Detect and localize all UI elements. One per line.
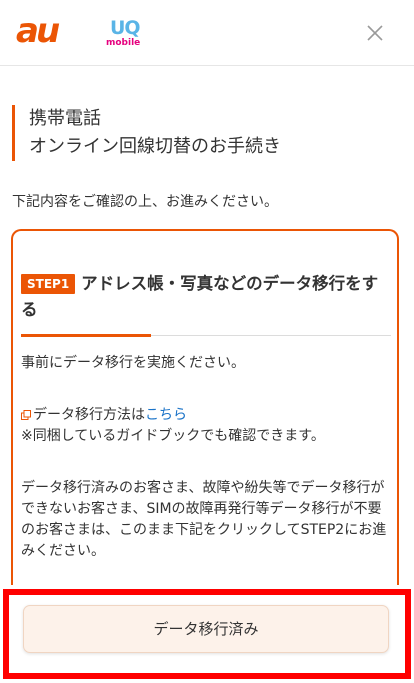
step-description: データ移行済みのお客さま、故障や紛失等でデータ移行ができないお客さま、SIMの故… [21,480,387,559]
close-button[interactable] [362,20,388,46]
external-link-icon [21,410,31,420]
uq-mobile-logo: UQ mobile [105,18,149,52]
au-logo: au [16,11,60,51]
uq-logo-text: UQ [110,17,141,39]
footer-bar: データ移行済み [0,585,414,683]
intro-text: 下記内容をご確認の上、お進みください。 [12,194,278,210]
close-icon [367,25,383,41]
data-migrated-button[interactable]: データ移行済み [23,605,389,653]
step-heading: STEP1 アドレス帳・写真などのデータ移行をする [21,271,391,323]
page-title: 携帯電話 オンライン回線切替のお手続き [12,105,409,161]
uq-logo-subtext: mobile [106,38,141,48]
migration-link-block: データ移行方法はこちら ※同梱しているガイドブックでも確認できます。 [21,405,393,447]
guidebook-note: ※同梱しているガイドブックでも確認できます。 [21,428,325,444]
page-title-line1: 携帯電話 [29,108,101,129]
link-prefix: データ移行方法は [33,407,145,423]
migration-method-link[interactable]: こちら [145,407,187,423]
header: au UQ mobile [0,0,414,66]
step-divider-accent [21,334,151,337]
step-badge: STEP1 [21,274,76,294]
step-instruction: 事前にデータ移行を実施ください。 [21,355,245,371]
page-title-line2: オンライン回線切替のお手続き [29,136,281,157]
